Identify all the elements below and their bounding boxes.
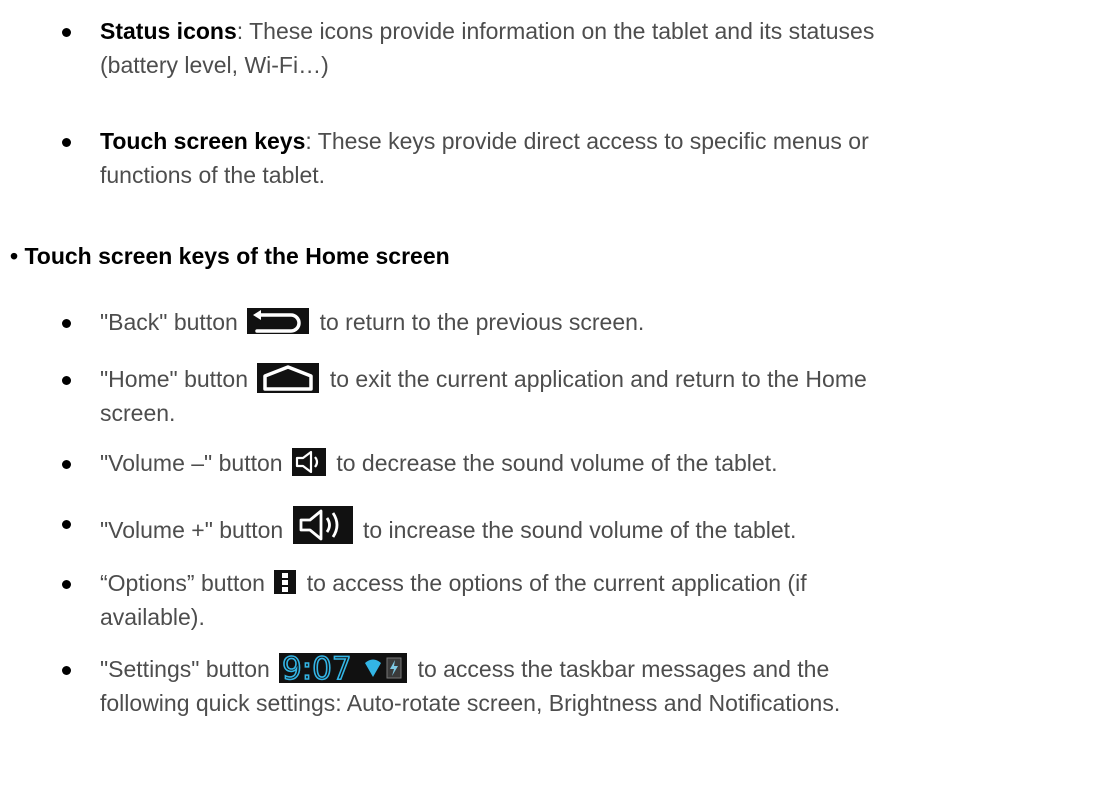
back-label: "Back" button — [100, 309, 238, 335]
volume-down-icon — [291, 448, 326, 476]
settings-text: to access the taskbar messages and the — [417, 656, 830, 682]
bullet — [62, 319, 71, 328]
bullet — [62, 580, 71, 589]
bullet — [62, 460, 71, 469]
bullet — [62, 28, 71, 37]
options-text: to access the options of the current app… — [306, 570, 807, 596]
document-page: Status icons: These icons provide inform… — [0, 0, 1120, 810]
options-menu-icon — [274, 570, 297, 594]
settings-line2: following quick settings: Auto-rotate sc… — [100, 690, 841, 716]
list-item-options: “Options” button to access the options o… — [62, 566, 1110, 634]
options-line1: “Options” button to access the options o… — [100, 566, 1110, 600]
status-icons-line1: Status icons: These icons provide inform… — [100, 14, 1110, 48]
touch-keys-line2: functions of the tablet. — [100, 162, 326, 188]
options-label: “Options” button — [100, 570, 265, 596]
list-item-settings: "Settings" button 9:07 to access the tas… — [62, 652, 1110, 720]
bullet — [62, 138, 71, 147]
status-icons-line2: (battery level, Wi-Fi…) — [100, 52, 329, 78]
list-item-volume-down: "Volume –" button to decrease the sound … — [62, 446, 1110, 480]
volume-down-label: "Volume –" button — [100, 450, 283, 476]
list-item-volume-up: "Volume +" button to increase the sound … — [62, 506, 1110, 547]
term-status-icons: Status icons — [100, 18, 237, 44]
back-line: "Back" button to return to the previous … — [100, 305, 1110, 339]
list-item-status-icons: Status icons: These icons provide inform… — [62, 14, 1110, 82]
home-line2: screen. — [100, 400, 176, 426]
clock-time: 9:07 — [282, 653, 352, 683]
back-arrow-icon — [247, 308, 310, 334]
section-heading: • Touch screen keys of the Home screen — [10, 243, 450, 269]
home-line1: "Home" button to exit the current applic… — [100, 362, 1110, 396]
bullet — [62, 520, 71, 529]
volume-up-label: "Volume +" button — [100, 517, 284, 543]
bullet — [62, 376, 71, 385]
back-text: to return to the previous screen. — [313, 309, 645, 335]
status-bar-icon: 9:07 — [279, 653, 408, 683]
touch-keys-text: : These keys provide direct access to sp… — [305, 128, 869, 154]
volume-up-icon — [292, 506, 353, 544]
list-item-back: "Back" button to return to the previous … — [62, 305, 1110, 339]
list-item-touch-screen-keys: Touch screen keys: These keys provide di… — [62, 124, 1110, 192]
volume-down-line: "Volume –" button to decrease the sound … — [100, 446, 1110, 480]
options-line2: available). — [100, 604, 205, 630]
volume-down-text: to decrease the sound volume of the tabl… — [329, 450, 778, 476]
home-text: to exit the current application and retu… — [329, 366, 867, 392]
term-touch-screen-keys: Touch screen keys — [100, 128, 306, 154]
settings-line1: "Settings" button 9:07 to access the tas… — [100, 652, 1110, 686]
list-item-home: "Home" button to exit the current applic… — [62, 362, 1110, 430]
home-label: "Home" button — [100, 366, 249, 392]
home-icon — [257, 363, 320, 393]
bullet — [62, 666, 71, 675]
volume-up-line: "Volume +" button to increase the sound … — [100, 506, 1110, 547]
touch-keys-line1: Touch screen keys: These keys provide di… — [100, 124, 1110, 158]
status-icons-text: : These icons provide information on the… — [236, 18, 875, 44]
settings-label: "Settings" button — [100, 656, 270, 682]
volume-up-text: to increase the sound volume of the tabl… — [356, 517, 797, 543]
